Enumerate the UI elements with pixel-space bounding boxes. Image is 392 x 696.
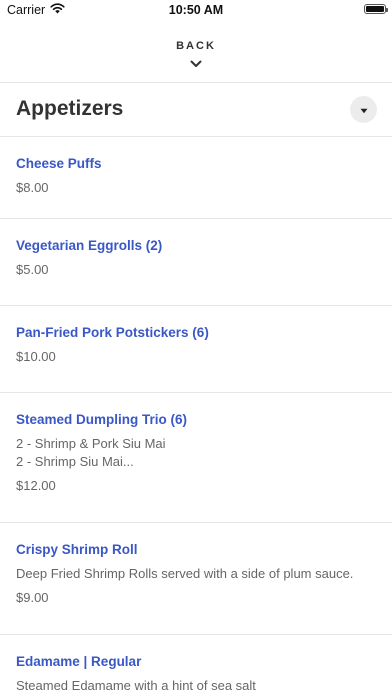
menu-item[interactable]: Steamed Dumpling Trio (6) 2 - Shrimp & P… [0, 392, 392, 522]
menu-item[interactable]: Pan-Fried Pork Potstickers (6) $10.00 [0, 305, 392, 392]
item-price: $10.00 [16, 349, 56, 364]
menu-screen: Carrier 10:50 AM BACK Appetizers Cheese … [0, 0, 392, 696]
status-time: 10:50 AM [168, 3, 224, 17]
section-title: Appetizers [16, 97, 124, 120]
item-description: Steamed Edamame with a hint of sea salt [16, 678, 256, 693]
section-header: Appetizers [0, 83, 392, 136]
item-name: Cheese Puffs [16, 156, 102, 171]
status-bar: Carrier 10:50 AM [0, 0, 392, 22]
item-description: Deep Fried Shrimp Rolls served with a si… [16, 566, 354, 581]
back-button[interactable]: BACK [0, 38, 392, 72]
item-name: Vegetarian Eggrolls (2) [16, 238, 163, 253]
item-description: 2 - Shrimp & Pork Siu Mai 2 - Shrimp Siu… [16, 436, 166, 469]
menu-item[interactable]: Edamame | Regular Steamed Edamame with a… [0, 634, 392, 696]
item-name: Edamame | Regular [16, 654, 142, 669]
menu-item[interactable]: Vegetarian Eggrolls (2) $5.00 [0, 218, 392, 305]
back-label: BACK [176, 40, 216, 52]
caret-down-icon [360, 101, 368, 119]
item-price: $5.00 [16, 262, 49, 277]
menu-item[interactable]: Cheese Puffs $8.00 [0, 136, 392, 218]
menu-item[interactable]: Crispy Shrimp Roll Deep Fried Shrimp Rol… [0, 522, 392, 634]
item-price: $9.00 [16, 590, 49, 605]
item-price: $12.00 [16, 478, 56, 493]
item-name: Steamed Dumpling Trio (6) [16, 412, 188, 427]
item-price: $8.00 [16, 180, 49, 195]
battery-icon [364, 4, 388, 14]
menu-item-list: Cheese Puffs $8.00 Vegetarian Eggrolls (… [0, 136, 392, 696]
item-name: Pan-Fried Pork Potstickers (6) [16, 325, 209, 340]
section-dropdown-button[interactable] [350, 96, 377, 123]
chevron-down-icon [0, 55, 392, 73]
item-name: Crispy Shrimp Roll [16, 542, 138, 557]
